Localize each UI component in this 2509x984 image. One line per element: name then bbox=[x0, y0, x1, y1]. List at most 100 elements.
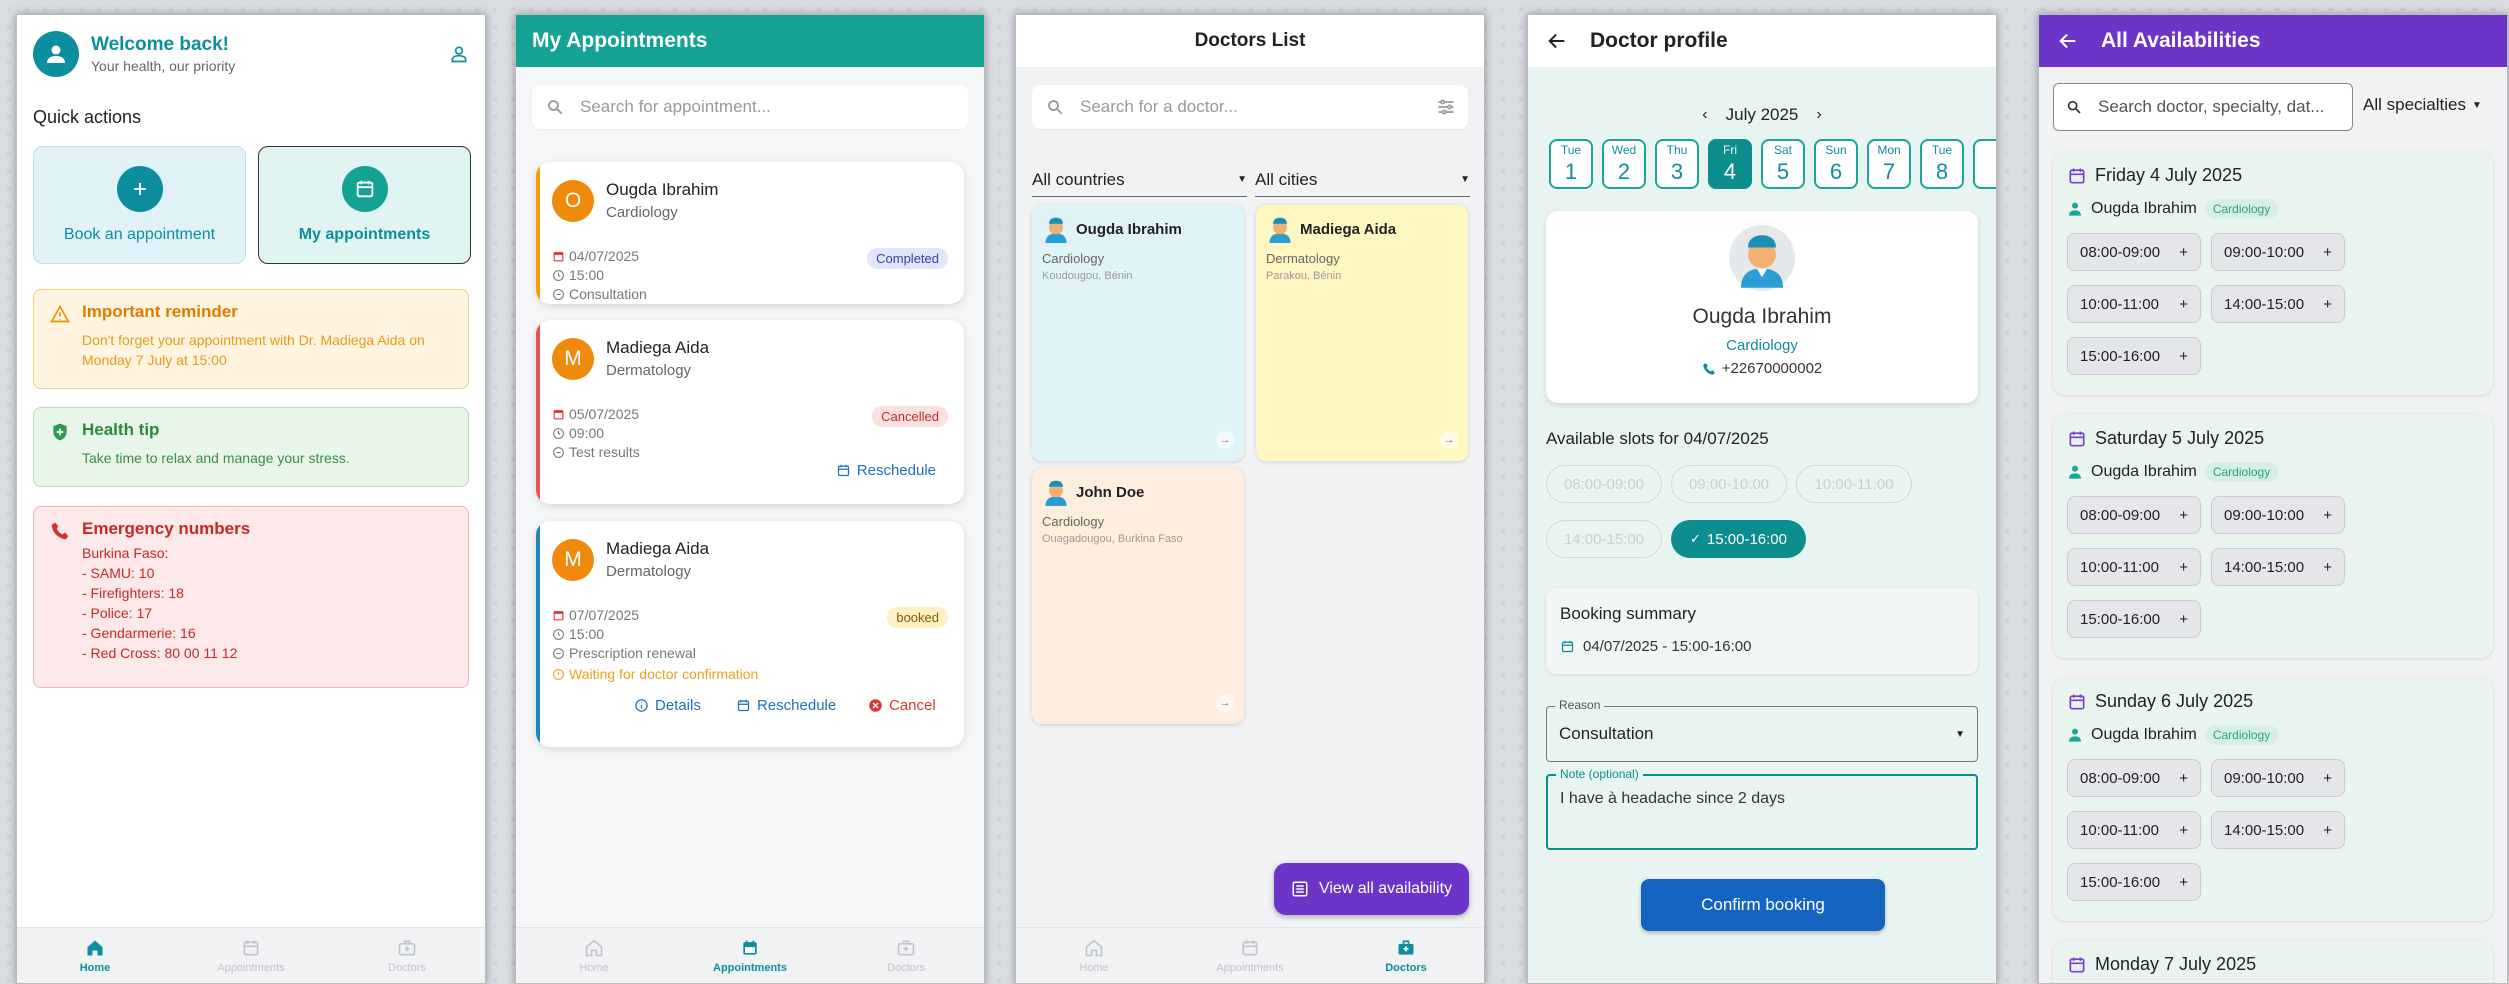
city-filter-select[interactable]: All cities ▼ bbox=[1255, 163, 1470, 197]
doctor-card[interactable]: John Doe Cardiology Ouagadougou, Burkina… bbox=[1032, 468, 1244, 724]
nav-home[interactable]: Home bbox=[516, 928, 672, 983]
availability-slot-button[interactable]: 10:00-11:00 + bbox=[2067, 285, 2201, 323]
doctor-initial-avatar: M bbox=[552, 338, 594, 380]
appointment-card[interactable]: O Ougda Ibrahim Cardiology 04/07/2025 15… bbox=[536, 162, 964, 304]
availability-slot-button[interactable]: 14:00-15:00 + bbox=[2211, 811, 2345, 849]
nav-home[interactable]: Home bbox=[1016, 928, 1172, 983]
country-filter-select[interactable]: All countries ▼ bbox=[1032, 163, 1247, 197]
day-cell[interactable]: Tue 1 bbox=[1549, 139, 1593, 189]
plus-icon: + bbox=[2323, 821, 2332, 839]
availabilities-screen: All Availabilities Search doctor, specia… bbox=[2038, 14, 2508, 984]
health-tip-card: Health tip Take time to relax and manage… bbox=[33, 407, 469, 487]
filter-icon[interactable] bbox=[1436, 97, 1456, 117]
availability-date: Monday 7 July 2025 bbox=[2095, 954, 2257, 974]
slot-label: 10:00-11:00 bbox=[2080, 558, 2159, 576]
day-cell[interactable]: Thu 3 bbox=[1655, 139, 1699, 189]
availability-slot-button[interactable]: 08:00-09:00 + bbox=[2067, 233, 2201, 271]
nav-doctors[interactable]: Doctors bbox=[828, 928, 984, 983]
back-arrow-icon[interactable] bbox=[1546, 30, 1568, 52]
nav-doctors[interactable]: Doctors bbox=[329, 928, 485, 983]
details-button[interactable]: Details bbox=[634, 697, 701, 714]
reschedule-label: Reschedule bbox=[757, 697, 837, 714]
arrow-right-icon[interactable]: → bbox=[1440, 431, 1458, 449]
booking-summary-value: 04/07/2025 - 15:00-16:00 bbox=[1583, 638, 1752, 655]
day-of-week: Tue bbox=[1931, 143, 1953, 157]
dropdown-arrow-icon: ▼ bbox=[1955, 728, 1965, 740]
slot-label: 15:00-16:00 bbox=[2080, 610, 2161, 628]
availability-slot-button[interactable]: 15:00-16:00 + bbox=[2067, 600, 2201, 638]
health-tip-body: Take time to relax and manage your stres… bbox=[82, 450, 350, 466]
nav-home-label: Home bbox=[79, 961, 111, 974]
calendar-icon bbox=[1560, 639, 1575, 654]
nav-doctors[interactable]: Doctors bbox=[1328, 928, 1484, 983]
availability-slot-button[interactable]: 08:00-09:00 + bbox=[2067, 496, 2201, 534]
welcome-title: Welcome back! bbox=[91, 34, 229, 55]
availability-slot-button[interactable]: 14:00-15:00 + bbox=[2211, 548, 2345, 586]
arrow-right-icon[interactable]: → bbox=[1216, 694, 1234, 712]
time-slot-selected[interactable]: ✓ 15:00-16:00 bbox=[1671, 520, 1806, 558]
day-cell-selected[interactable]: Fri 4 bbox=[1708, 139, 1752, 189]
my-appointments-button[interactable]: My appointments bbox=[258, 146, 471, 264]
day-of-week: Sun bbox=[1825, 143, 1847, 157]
availability-day-card: Monday 7 July 2025 bbox=[2053, 940, 2493, 983]
availability-slot-button[interactable]: 09:00-10:00 + bbox=[2211, 496, 2345, 534]
calendar-icon bbox=[341, 166, 388, 212]
day-cell[interactable]: Sun 6 bbox=[1814, 139, 1858, 189]
arrow-right-icon[interactable]: → bbox=[1216, 431, 1234, 449]
availability-slot-button[interactable]: 09:00-10:00 + bbox=[2211, 759, 2345, 797]
medical-bag-icon bbox=[896, 938, 916, 958]
clock-icon bbox=[552, 628, 565, 641]
appointment-reason: Prescription renewal bbox=[569, 645, 696, 661]
nav-home-label: Home bbox=[1079, 961, 1109, 974]
reschedule-button[interactable]: Reschedule bbox=[836, 462, 936, 479]
doctor-profile-screen: Doctor profile ‹ July 2025 › Tue 1 Wed 2 T… bbox=[1527, 14, 1997, 984]
availability-date: Saturday 5 July 2025 bbox=[2095, 428, 2265, 448]
nav-appointments[interactable]: Appointments bbox=[1172, 928, 1328, 983]
appointment-card[interactable]: M Madiega Aida Dermatology 07/07/2025 15… bbox=[536, 521, 964, 747]
details-label: Details bbox=[655, 697, 701, 714]
reason-select[interactable]: Reason Consultation ▼ bbox=[1546, 698, 1978, 762]
nav-doctors-label: Doctors bbox=[1385, 961, 1427, 974]
appointment-search-input[interactable]: Search for appointment... bbox=[532, 85, 968, 129]
appointment-reason: Consultation bbox=[569, 286, 647, 302]
availability-slot-button[interactable]: 09:00-10:00 + bbox=[2211, 233, 2345, 271]
month-selector: ‹ July 2025 › bbox=[1528, 105, 1996, 125]
doctor-card[interactable]: Madiega Aida Dermatology Parakou, Bénin … bbox=[1256, 205, 1468, 461]
emergency-line: Burkina Faso: bbox=[82, 545, 169, 561]
nav-appointments[interactable]: Appointments bbox=[672, 928, 828, 983]
chevron-right-icon[interactable]: › bbox=[1816, 106, 1821, 124]
cancel-button[interactable]: Cancel bbox=[868, 697, 936, 714]
day-cell[interactable]: Mon 7 bbox=[1867, 139, 1911, 189]
note-textarea[interactable]: Note (optional) I have à headache since … bbox=[1546, 767, 1978, 850]
nav-home[interactable]: Home bbox=[17, 928, 173, 983]
slot-label: 09:00-10:00 bbox=[2224, 769, 2305, 787]
availability-slot-button[interactable]: 08:00-09:00 + bbox=[2067, 759, 2201, 797]
nav-appointments[interactable]: Appointments bbox=[173, 928, 329, 983]
doctor-avatar-icon bbox=[1042, 478, 1070, 506]
availability-slot-button[interactable]: 15:00-16:00 + bbox=[2067, 337, 2201, 375]
plus-icon: + bbox=[2323, 506, 2332, 524]
book-appointment-button[interactable]: Book an appointment bbox=[33, 146, 246, 264]
doctor-specialty: Dermatology bbox=[1266, 251, 1340, 266]
availability-slot-button[interactable]: 14:00-15:00 + bbox=[2211, 285, 2345, 323]
profile-icon[interactable] bbox=[449, 44, 469, 64]
appointment-card[interactable]: M Madiega Aida Dermatology 05/07/2025 09… bbox=[536, 320, 964, 504]
confirm-booking-button[interactable]: Confirm booking bbox=[1641, 879, 1885, 931]
doctor-search-input[interactable]: Search for a doctor... bbox=[1032, 85, 1468, 129]
view-all-availability-button[interactable]: View all availability bbox=[1274, 863, 1469, 915]
medical-bag-icon bbox=[1396, 938, 1416, 958]
specialty-filter-select[interactable]: All specialties ▼ bbox=[2363, 95, 2482, 115]
doctor-card[interactable]: Ougda Ibrahim Cardiology Koudougou, Béni… bbox=[1032, 205, 1244, 461]
day-cell[interactable]: Wed 2 bbox=[1602, 139, 1646, 189]
day-number: 8 bbox=[1935, 159, 1949, 184]
availability-slot-button[interactable]: 10:00-11:00 + bbox=[2067, 811, 2201, 849]
availability-slot-button[interactable]: 10:00-11:00 + bbox=[2067, 548, 2201, 586]
search-placeholder: Search doctor, specialty, dat... bbox=[2098, 97, 2325, 116]
day-cell[interactable]: Tue 8 bbox=[1920, 139, 1964, 189]
back-arrow-icon[interactable] bbox=[2057, 30, 2079, 52]
availability-slot-button[interactable]: 15:00-16:00 + bbox=[2067, 863, 2201, 901]
availability-search-input[interactable]: Search doctor, specialty, dat... bbox=[2053, 83, 2353, 131]
chevron-left-icon[interactable]: ‹ bbox=[1702, 106, 1707, 124]
day-cell[interactable]: Sat 5 bbox=[1761, 139, 1805, 189]
reschedule-button[interactable]: Reschedule bbox=[736, 697, 836, 714]
